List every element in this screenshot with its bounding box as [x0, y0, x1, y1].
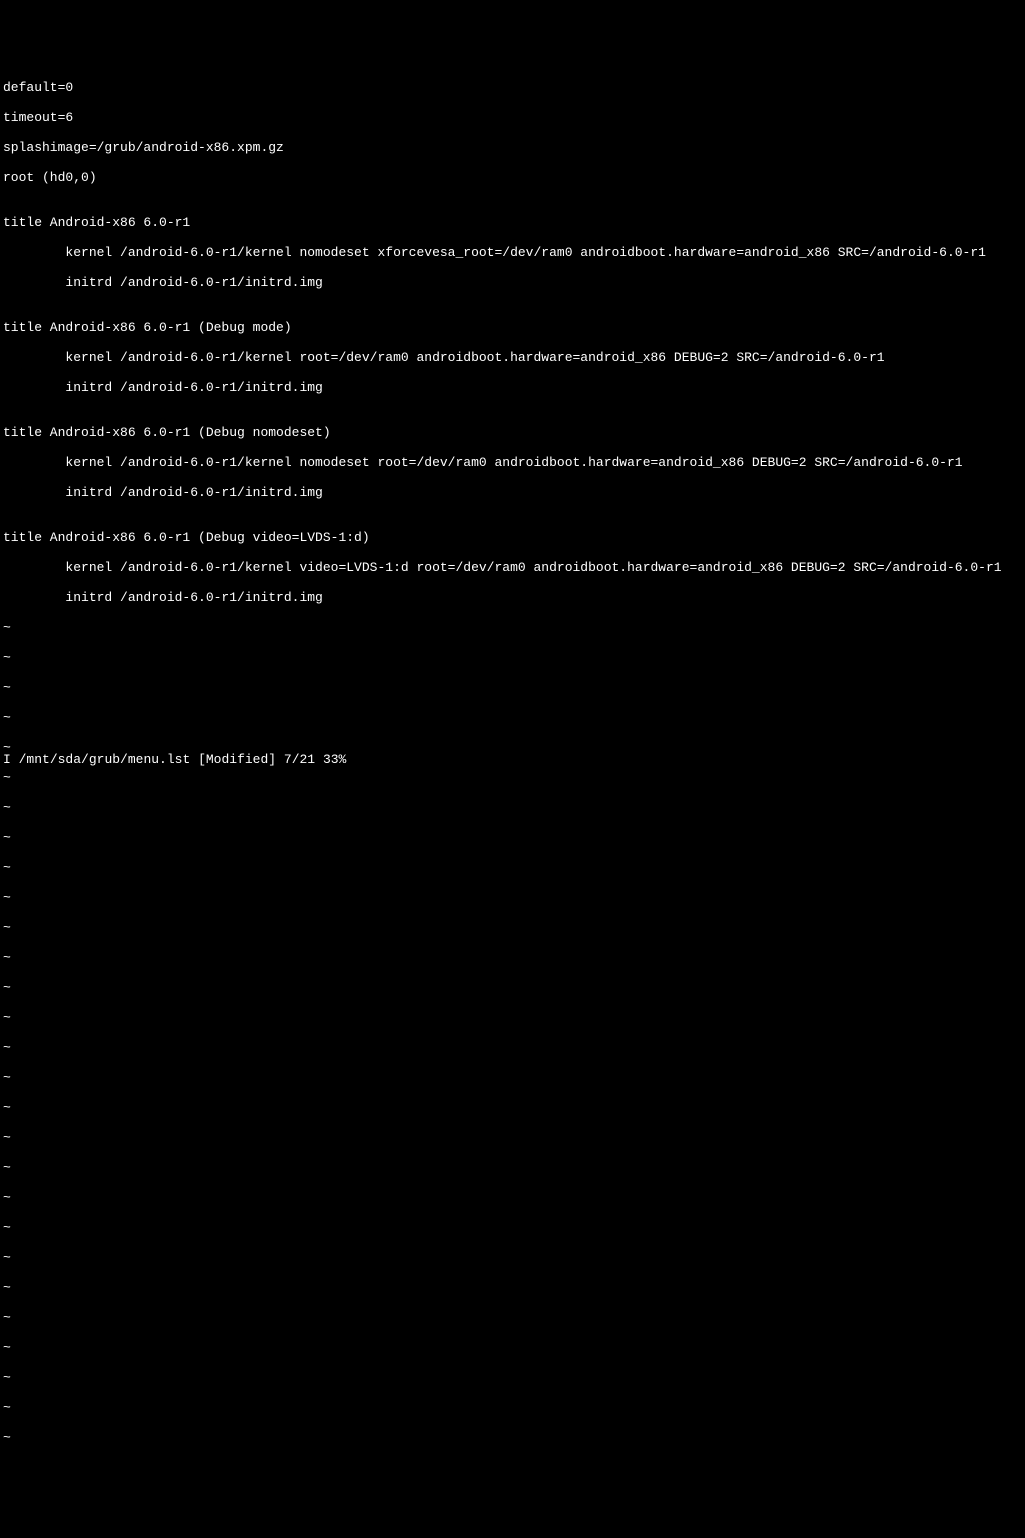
file-line[interactable]: kernel /android-6.0-r1/kernel nomodeset … [3, 245, 1022, 260]
status-bar: I /mnt/sda/grub/menu.lst [Modified] 7/21… [3, 752, 346, 767]
empty-line-marker: ~ [3, 860, 1022, 875]
file-line[interactable]: title Android-x86 6.0-r1 (Debug video=LV… [3, 530, 1022, 545]
empty-line-marker: ~ [3, 1010, 1022, 1025]
scroll-percent: 33% [323, 752, 346, 767]
cursor-position: 7/21 [284, 752, 315, 767]
empty-line-marker: ~ [3, 1340, 1022, 1355]
file-line[interactable]: splashimage=/grub/android-x86.xpm.gz [3, 140, 1022, 155]
file-line[interactable]: title Android-x86 6.0-r1 (Debug nomodese… [3, 425, 1022, 440]
file-line[interactable]: default=0 [3, 80, 1022, 95]
empty-line-marker: ~ [3, 800, 1022, 815]
empty-line-marker: ~ [3, 1220, 1022, 1235]
empty-line-marker: ~ [3, 1130, 1022, 1145]
empty-line-marker: ~ [3, 1100, 1022, 1115]
file-line[interactable]: kernel /android-6.0-r1/kernel nomodeset … [3, 455, 1022, 470]
empty-line-marker: ~ [3, 770, 1022, 785]
empty-line-marker: ~ [3, 1160, 1022, 1175]
empty-line-marker: ~ [3, 1310, 1022, 1325]
file-line[interactable]: root (hd0,0) [3, 170, 1022, 185]
empty-line-marker: ~ [3, 1190, 1022, 1205]
empty-line-marker: ~ [3, 620, 1022, 635]
empty-line-marker: ~ [3, 1040, 1022, 1055]
modified-indicator: [Modified] [198, 752, 276, 767]
file-line[interactable]: kernel /android-6.0-r1/kernel video=LVDS… [3, 560, 1022, 575]
file-line[interactable]: title Android-x86 6.0-r1 (Debug mode) [3, 320, 1022, 335]
empty-line-marker: ~ [3, 1370, 1022, 1385]
file-line[interactable]: timeout=6 [3, 110, 1022, 125]
file-line[interactable]: initrd /android-6.0-r1/initrd.img [3, 590, 1022, 605]
empty-line-marker: ~ [3, 680, 1022, 695]
editor-mode: I [3, 752, 11, 767]
empty-line-marker: ~ [3, 1430, 1022, 1445]
file-line[interactable]: title Android-x86 6.0-r1 [3, 215, 1022, 230]
empty-line-marker: ~ [3, 1250, 1022, 1265]
file-line[interactable]: initrd /android-6.0-r1/initrd.img [3, 380, 1022, 395]
file-line[interactable]: initrd /android-6.0-r1/initrd.img [3, 485, 1022, 500]
empty-line-marker: ~ [3, 890, 1022, 905]
file-path: /mnt/sda/grub/menu.lst [19, 752, 191, 767]
empty-line-marker: ~ [3, 1400, 1022, 1415]
empty-line-marker: ~ [3, 1070, 1022, 1085]
file-line[interactable]: kernel /android-6.0-r1/kernel root=/dev/… [3, 350, 1022, 365]
empty-line-marker: ~ [3, 710, 1022, 725]
empty-line-marker: ~ [3, 650, 1022, 665]
empty-line-marker: ~ [3, 920, 1022, 935]
empty-line-marker: ~ [3, 950, 1022, 965]
empty-line-marker: ~ [3, 830, 1022, 845]
file-line[interactable]: initrd /android-6.0-r1/initrd.img [3, 275, 1022, 290]
empty-line-marker: ~ [3, 1280, 1022, 1295]
empty-line-marker: ~ [3, 980, 1022, 995]
